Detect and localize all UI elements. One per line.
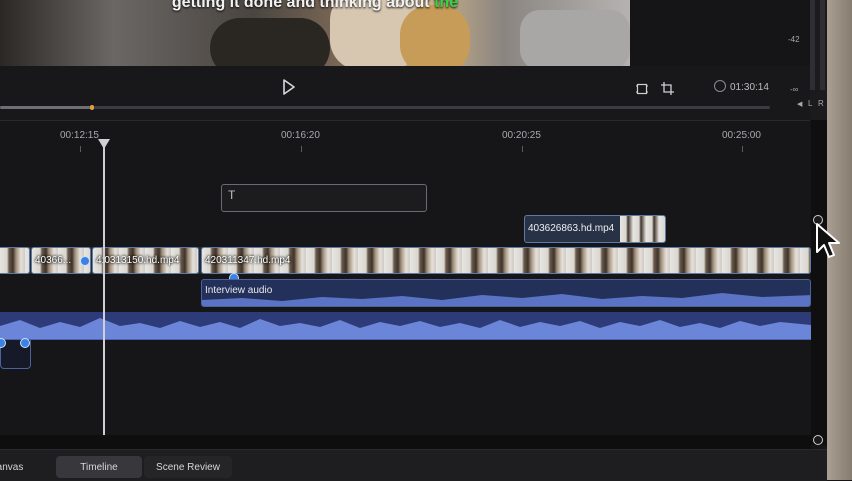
audio-clip-interview[interactable] xyxy=(201,279,811,307)
ruler-tick xyxy=(742,146,743,152)
caption-highlight: the xyxy=(434,0,459,11)
video-clip[interactable] xyxy=(0,247,30,274)
meter-bar-left xyxy=(810,0,815,90)
play-icon xyxy=(283,79,295,95)
overlay-video-clip[interactable]: 403626863.hd.mp4 xyxy=(524,215,666,243)
clip-name: 40366... xyxy=(35,255,72,266)
video-clip[interactable]: 4:0313150.hd.mp4 xyxy=(92,247,199,274)
ruler-tick xyxy=(80,146,81,152)
vertical-scrollbar[interactable] xyxy=(811,120,827,445)
meter-scale-label: -∞ xyxy=(790,85,799,94)
preview-shape xyxy=(210,18,330,66)
ruler-tick-label: 00:20:25 xyxy=(502,130,541,141)
caption-text: getting it done and thinking about xyxy=(171,0,430,11)
text-clip[interactable] xyxy=(221,184,427,212)
playhead-handle[interactable] xyxy=(98,139,110,149)
playback-controls xyxy=(0,66,810,120)
fit-icon xyxy=(636,83,648,95)
preview-shape xyxy=(520,10,630,66)
speaker-icon: ◀ xyxy=(797,101,803,108)
meter-channel-right: R xyxy=(818,99,824,108)
clock-icon xyxy=(714,80,726,92)
ruler-tick-label: 00:16:20 xyxy=(281,130,320,141)
clip-name: 403626863.hd.mp4 xyxy=(528,223,615,234)
crop-button[interactable] xyxy=(661,82,674,95)
scrub-progress xyxy=(0,106,93,109)
waveform xyxy=(0,318,811,339)
clip-thumbnail xyxy=(620,216,665,242)
scrub-bar[interactable] xyxy=(0,106,770,109)
ruler-tick xyxy=(522,146,523,152)
tab-scene-review[interactable]: Scene Review xyxy=(144,456,232,478)
caption-overlay: getting it done and thinking about the xyxy=(0,0,630,12)
meter-channel-left: L xyxy=(808,99,813,108)
timeline-area[interactable] xyxy=(0,120,810,435)
text-clip-label: T xyxy=(228,188,236,202)
clip-marker[interactable] xyxy=(20,338,30,348)
fit-canvas-button[interactable] xyxy=(636,82,648,95)
play-button[interactable] xyxy=(282,79,296,95)
waveform xyxy=(202,293,810,306)
clip-name: 4:0313150.hd.mp4 xyxy=(96,255,180,266)
audio-clip-label: Interview audio xyxy=(205,285,273,296)
playhead[interactable] xyxy=(103,144,105,435)
horizontal-scrollbar[interactable] xyxy=(0,435,811,449)
ruler-tick-label: 00:12:15 xyxy=(60,130,99,141)
mouse-cursor-icon xyxy=(815,222,843,262)
video-preview: getting it done and thinking about the xyxy=(0,0,630,66)
ruler-tick-label: 00:25:00 xyxy=(722,130,761,141)
tab-canvas[interactable]: anvas xyxy=(0,456,40,478)
video-clip[interactable]: 420311347.hd.mp4 xyxy=(201,247,811,274)
clip-marker[interactable] xyxy=(80,256,90,266)
crop-icon xyxy=(661,82,674,95)
tab-timeline[interactable]: Timeline xyxy=(56,456,142,478)
meter-bar-right xyxy=(820,0,825,90)
ruler-tick xyxy=(301,146,302,152)
preview-shape xyxy=(400,5,470,66)
clip-name: 420311347.hd.mp4 xyxy=(205,255,291,266)
time-readout: 01:30:14 xyxy=(730,82,769,93)
audio-clip-music[interactable] xyxy=(0,312,811,340)
zoom-handle-bottom[interactable] xyxy=(813,435,823,445)
time-ruler[interactable] xyxy=(0,120,810,157)
meter-scale-label: -42 xyxy=(788,35,800,44)
